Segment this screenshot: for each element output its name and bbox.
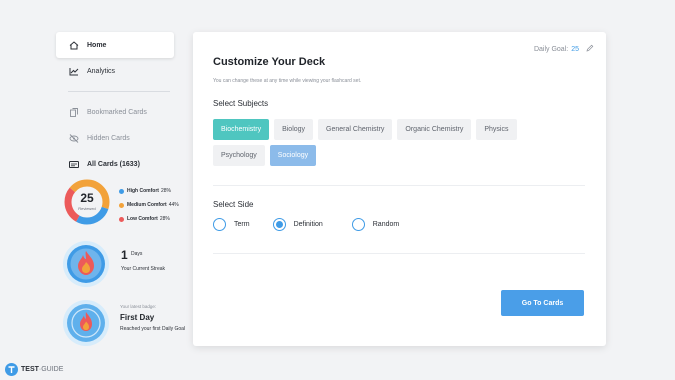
streak-flame-icon: [62, 240, 110, 288]
streak-unit: Days: [131, 251, 143, 257]
logo-brand: TEST: [21, 366, 39, 373]
analytics-icon: [68, 66, 80, 76]
comfort-summary: 25 Reviewed High Comfort 28% Medium Comf…: [63, 178, 183, 228]
edit-icon[interactable]: [586, 44, 594, 54]
sidebar-item-analytics[interactable]: Analytics: [56, 58, 174, 84]
radio-label: Term: [234, 221, 250, 228]
streak-count: 1: [121, 248, 128, 262]
high-dot-icon: [119, 188, 124, 194]
side-radio-term[interactable]: Term: [213, 218, 250, 231]
subject-chip-psychology[interactable]: Psychology: [213, 145, 265, 166]
radio-circle-checked-icon: [272, 218, 286, 231]
reviewed-count: 25: [80, 191, 94, 205]
low-dot-icon: [119, 216, 124, 222]
side-radio-random[interactable]: Random: [351, 218, 400, 231]
customize-deck-card: Daily Goal: 25 Customize Your Deck You c…: [193, 32, 606, 346]
side-radio-group: Term Definition Random: [213, 218, 399, 231]
streak-label: Your Current Streak: [121, 266, 166, 272]
sidebar-item-label: All Cards (1633): [87, 160, 140, 168]
side-radio-definition[interactable]: Definition: [272, 218, 323, 231]
page-subtitle: You can change these at any time while v…: [213, 78, 362, 84]
sidebar-item-label: Home: [87, 41, 107, 49]
legend-name: High Comfort: [127, 188, 159, 194]
badge-icon: [62, 299, 110, 347]
sidebar-item-home[interactable]: Home: [56, 32, 174, 58]
subject-chips: Biochemistry Biology General Chemistry O…: [213, 119, 553, 166]
reviewed-label: Reviewed: [78, 206, 96, 211]
legend-item-medium: Medium Comfort 44%: [119, 198, 179, 212]
eye-off-icon: [68, 133, 80, 143]
section-divider: [213, 185, 585, 186]
comfort-legend: High Comfort 28% Medium Comfort 44% Low …: [119, 184, 179, 226]
home-icon: [68, 40, 80, 50]
subject-chip-biology[interactable]: Biology: [274, 119, 314, 140]
subject-chip-sociology[interactable]: Sociology: [269, 145, 317, 166]
legend-name: Medium Comfort: [127, 202, 167, 208]
logo-mark-icon: [5, 363, 18, 376]
daily-goal-value: 25: [571, 45, 579, 53]
daily-goal[interactable]: Daily Goal: 25: [534, 44, 594, 54]
side-heading: Select Side: [213, 200, 254, 209]
sidebar-item-label: Analytics: [87, 67, 116, 75]
sidebar: Home Analytics Bookmarked Cards Hidden C…: [56, 32, 174, 177]
subject-chip-physics[interactable]: Physics: [476, 119, 517, 140]
badge-title: First Day: [120, 313, 155, 322]
medium-dot-icon: [119, 202, 124, 208]
legend-name: Low Comfort: [127, 216, 158, 222]
brand-logo: TEST·GUIDE: [5, 363, 63, 376]
radio-circle-icon: [213, 218, 226, 231]
sidebar-item-label: Hidden Cards: [87, 134, 130, 142]
go-to-cards-button[interactable]: Go To Cards: [501, 290, 584, 316]
badge-caption: Your latest badge:: [120, 304, 157, 309]
subject-chip-organic-chemistry[interactable]: Organic Chemistry: [397, 119, 472, 140]
radio-circle-icon: [351, 218, 365, 231]
legend-value: 44%: [168, 202, 179, 208]
bookmark-icon: [68, 107, 80, 117]
daily-goal-label: Daily Goal:: [533, 45, 569, 53]
sidebar-divider: [68, 91, 170, 92]
legend-value: 28%: [160, 188, 171, 194]
cards-icon: [68, 159, 80, 169]
legend-item-high: High Comfort 28%: [119, 184, 179, 198]
page-title: Customize Your Deck: [213, 56, 326, 68]
logo-text: TEST·GUIDE: [21, 366, 64, 373]
radio-label: Random: [372, 221, 400, 228]
legend-item-low: Low Comfort 28%: [119, 212, 179, 226]
radio-label: Definition: [293, 221, 323, 228]
sidebar-item-all-cards[interactable]: All Cards (1633): [56, 151, 174, 177]
subject-chip-biochemistry[interactable]: Biochemistry: [213, 119, 270, 140]
legend-value: 28%: [159, 216, 170, 222]
sidebar-item-label: Bookmarked Cards: [87, 108, 147, 116]
sidebar-item-bookmarked[interactable]: Bookmarked Cards: [56, 99, 174, 125]
subject-chip-general-chemistry[interactable]: General Chemistry: [318, 119, 393, 140]
section-divider: [213, 253, 585, 254]
subjects-heading: Select Subjects: [213, 99, 269, 108]
logo-suffix: GUIDE: [41, 366, 64, 373]
sidebar-item-hidden[interactable]: Hidden Cards: [56, 125, 174, 151]
badge-description: Reached your first Daily Goal: [120, 326, 186, 332]
